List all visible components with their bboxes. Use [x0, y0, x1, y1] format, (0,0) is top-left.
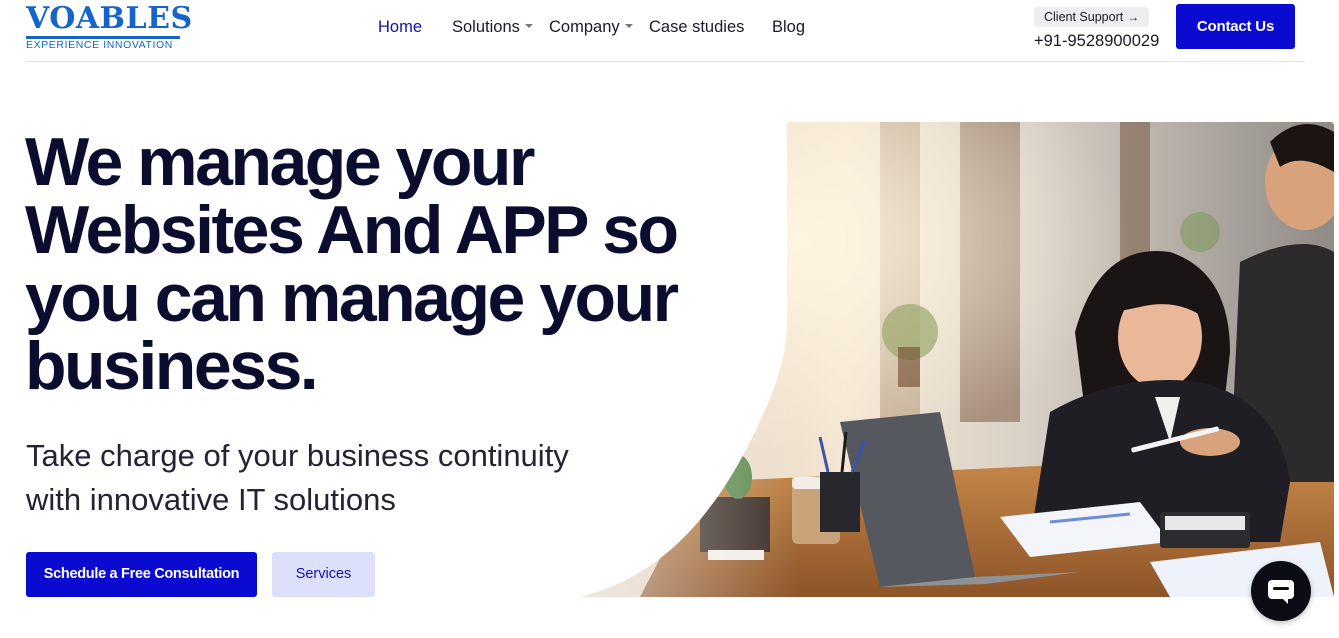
nav-case-studies[interactable]: Case studies [649, 16, 744, 38]
chat-widget-button[interactable] [1251, 561, 1311, 621]
nav-solutions[interactable]: Solutions [452, 16, 533, 38]
nav-blog[interactable]: Blog [772, 16, 805, 38]
services-button[interactable]: Services [272, 552, 375, 597]
chevron-down-icon [624, 23, 633, 28]
nav-blog-label: Blog [772, 18, 806, 36]
contact-us-button[interactable]: Contact Us [1176, 4, 1295, 49]
site-header: VOABLES EXPERIENCE INNOVATION Home Solut… [0, 0, 1339, 62]
client-support-link[interactable]: Client Support → [1034, 7, 1150, 27]
logo[interactable]: VOABLES EXPERIENCE INNOVATION [26, 2, 192, 52]
hero-subheadline-line: with innovative IT solutions [26, 482, 396, 517]
nav-case-studies-label: Case studies [649, 18, 745, 36]
phone-number[interactable]: +91-9528900029 [1034, 30, 1159, 52]
hero-subheadline: Take charge of your business continuity … [26, 434, 666, 522]
client-support-label: Client Support [1044, 10, 1124, 24]
chat-bubble-icon [1268, 580, 1294, 604]
nav-solutions-label: Solutions [452, 18, 520, 36]
hero-office-photo [580, 122, 1334, 597]
nav-home-label: Home [378, 18, 423, 36]
arrow-right-icon: → [1127, 10, 1140, 24]
nav-company[interactable]: Company [549, 16, 633, 38]
logo-tagline: EXPERIENCE INNOVATION [26, 39, 173, 51]
chevron-down-icon [524, 23, 533, 28]
nav-company-label: Company [549, 18, 620, 36]
header-divider [25, 61, 1305, 62]
hero-subheadline-line: Take charge of your business continuity [26, 438, 569, 473]
schedule-consultation-button[interactable]: Schedule a Free Consultation [26, 552, 257, 597]
logo-wordmark: VOABLES [26, 1, 193, 36]
nav-home[interactable]: Home [378, 16, 422, 38]
